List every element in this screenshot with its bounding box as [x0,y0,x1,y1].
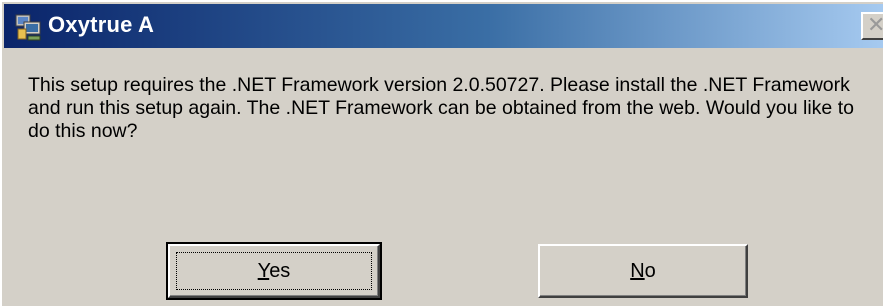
no-button[interactable]: No [538,244,748,298]
setup-installer-icon [14,12,44,42]
close-button[interactable]: ✕ [861,12,883,40]
dialog-message: This setup requires the .NET Framework v… [28,74,854,142]
title-bar[interactable]: Oxytrue A ✕ [4,4,883,48]
yes-button[interactable]: Yes [166,242,382,300]
no-button-label: No [630,260,656,282]
close-icon: ✕ [867,12,883,37]
window-title: Oxytrue A [48,12,155,37]
yes-button-label: Yes [257,260,291,282]
setup-dialog: Oxytrue A ✕ This setup requires the .NET… [0,0,883,306]
